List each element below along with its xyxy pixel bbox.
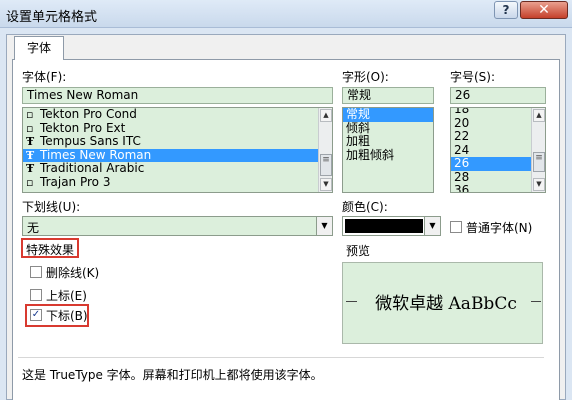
chevron-down-icon[interactable]: ▼ [316,217,332,235]
scroll-up-arrow-icon[interactable]: ▲ [320,109,332,122]
size-list-item-label: 26 [454,156,470,170]
font-list-item[interactable]: ▫ Tekton Pro Ext [23,120,332,136]
style-list-item-label: 倾斜 [346,120,371,135]
subscript-label: 下标(B) [46,309,88,323]
style-list-item[interactable]: 加粗倾斜 [343,147,433,163]
superscript-label: 上标(E) [46,289,87,303]
effects-label: 特殊效果 [26,243,75,257]
strikethrough-label: 删除线(K) [46,266,100,280]
font-list-item-label: Tekton Pro Ext [40,120,126,135]
strikethrough-checkbox[interactable] [30,266,42,278]
size-list-item-label: 24 [454,142,470,157]
preview-label: 预览 [346,244,371,258]
style-input[interactable]: 常规 [342,87,434,104]
size-list[interactable]: 18 20 22 24 26 28 36 ▲ ≡ ▼ [450,107,546,193]
help-button[interactable]: ? [494,1,518,19]
tab-font[interactable]: 字体 [14,36,64,60]
size-input[interactable]: 26 [450,87,546,104]
subscript-checkbox[interactable]: ✓ [30,309,42,321]
style-list-item[interactable]: 倾斜 [343,120,433,136]
normal-font-label: 普通字体(N) [466,221,533,235]
color-swatch [345,219,423,233]
font-list-item[interactable]: Ŧ Traditional Arabic [23,161,332,176]
preview-box: 微软卓越 AaBbCc [342,262,543,344]
preview-baseline-right [531,301,541,302]
size-list-scrollbar[interactable]: ▲ ≡ ▼ [531,108,545,192]
underline-label: 下划线(U): [22,200,81,214]
font-label: 字体(F): [22,70,67,84]
style-label: 字形(O): [342,70,389,84]
preview-baseline-left [346,301,357,302]
truetype-icon: Ŧ [26,135,35,148]
font-list-item[interactable]: Ŧ Times New Roman [23,147,332,162]
font-icon: ▫ [26,121,34,135]
font-icon: ▫ [26,175,34,189]
superscript-checkbox[interactable] [30,289,42,301]
style-list-item-label: 加粗 [346,134,371,148]
size-list-item-label: 22 [454,129,470,143]
font-list[interactable]: ▫ Tekton Pro Cond ▫ Tekton Pro Ext Ŧ Tempus S… [22,107,333,193]
size-list-item-label: 36 [454,183,470,193]
font-list-item-label: Tempus Sans ITC [40,134,141,148]
style-list-item-label: 常规 [346,107,371,121]
truetype-icon: Ŧ [26,162,35,175]
style-list-item-label: 加粗倾斜 [346,147,395,162]
window-title: 设置单元格格式 [6,10,98,25]
close-button[interactable]: ✕ [520,1,568,19]
scroll-thumb[interactable]: ≡ [533,152,545,172]
font-list-item-label: Trajan Pro 3 [40,174,111,189]
font-list-item[interactable]: ▫ Tekton Pro Cond [23,108,332,122]
font-list-scrollbar[interactable]: ▲ ≡ ▼ [318,108,332,192]
truetype-icon: Ŧ [26,148,35,162]
color-select[interactable]: ▼ [342,216,441,236]
font-list-item-label: Traditional Arabic [40,161,145,175]
font-list-item-label: Tekton Pro Cond [40,107,137,121]
font-name-input[interactable]: Times New Roman [22,87,333,104]
scroll-down-arrow-icon[interactable]: ▼ [533,178,545,191]
size-list-item-label: 28 [454,169,470,184]
font-list-item-label: Times New Roman [40,147,152,162]
font-list-item[interactable]: Ŧ Tempus Sans ITC [23,134,332,149]
scroll-thumb[interactable]: ≡ [320,154,332,176]
normal-font-checkbox[interactable] [450,221,462,233]
color-label: 颜色(C): [342,200,388,214]
style-list-item[interactable]: 加粗 [343,134,433,149]
style-list-item[interactable]: 常规 [343,108,433,122]
title-bar: 设置单元格格式 ? ✕ [0,0,572,28]
preview-sample: 微软卓越 AaBbCc [375,294,517,314]
size-list-item-label: 20 [454,115,470,130]
size-label: 字号(S): [450,70,496,84]
divider [18,357,544,358]
chevron-down-icon[interactable]: ▼ [424,217,440,235]
footer-note: 这是 TrueType 字体。屏幕和打印机上都将使用该字体。 [22,368,323,382]
style-list[interactable]: 常规 倾斜 加粗 加粗倾斜 [342,107,434,193]
underline-value: 无 [27,221,40,235]
scroll-down-arrow-icon[interactable]: ▼ [320,178,332,191]
underline-select[interactable]: 无 ▼ [22,216,333,236]
font-icon: ▫ [26,108,34,121]
font-list-item[interactable]: ▫ Trajan Pro 3 [23,174,332,190]
scroll-up-arrow-icon[interactable]: ▲ [533,109,545,122]
